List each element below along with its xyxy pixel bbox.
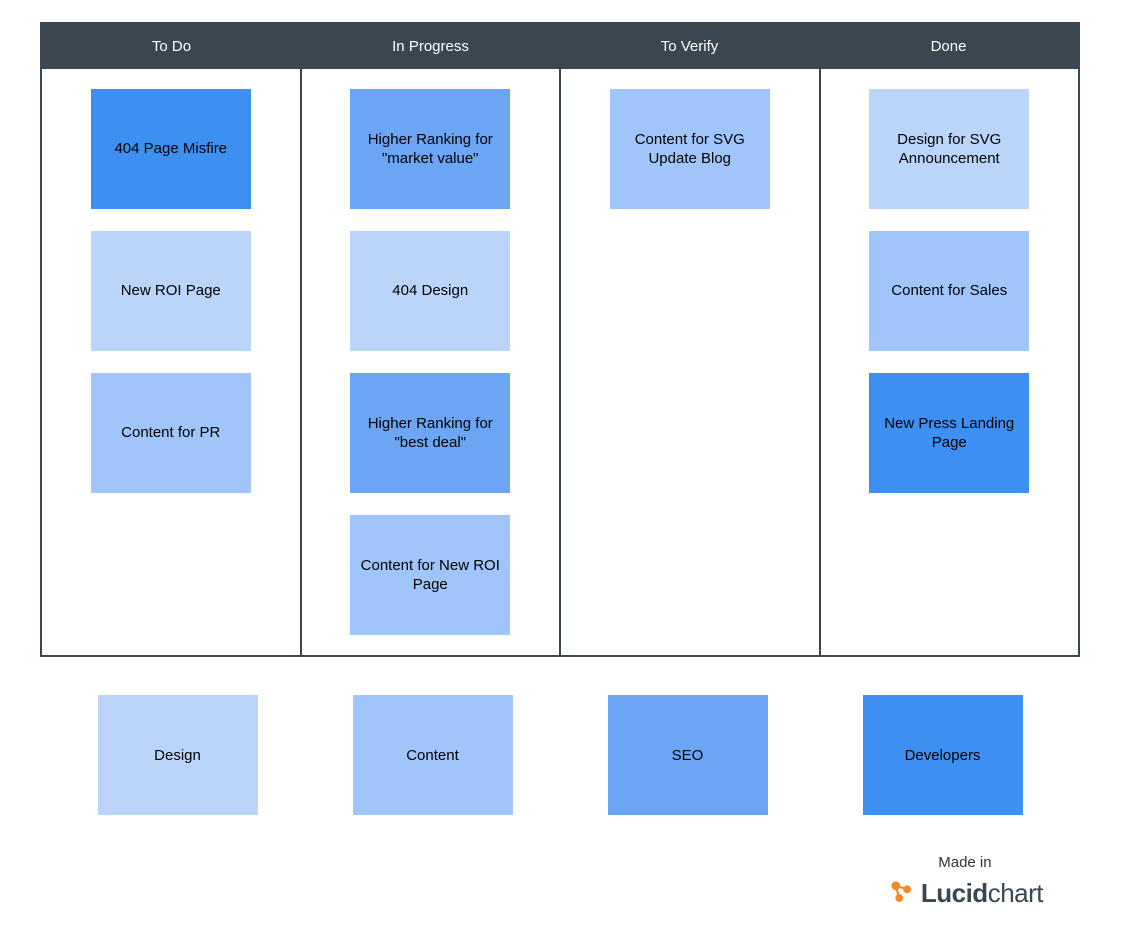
- legend-developers: Developers: [863, 695, 1023, 815]
- column-header-todo: To Do: [42, 24, 301, 69]
- column-done[interactable]: Design for SVG Announcement Content for …: [821, 69, 1079, 655]
- column-header-done: Done: [819, 24, 1078, 69]
- branding-made-in: Made in: [938, 854, 991, 871]
- card-content-for-pr[interactable]: Content for PR: [91, 373, 251, 493]
- brand-light: chart: [988, 878, 1043, 908]
- legend-design: Design: [98, 695, 258, 815]
- card-404-page-misfire[interactable]: 404 Page Misfire: [91, 89, 251, 209]
- kanban-board: To Do In Progress To Verify Done 404 Pag…: [40, 22, 1080, 657]
- card-higher-ranking-best-deal[interactable]: Higher Ranking for "best deal": [350, 373, 510, 493]
- legend-seo: SEO: [608, 695, 768, 815]
- card-content-svg-update-blog[interactable]: Content for SVG Update Blog: [610, 89, 770, 209]
- column-header-row: To Do In Progress To Verify Done: [42, 24, 1078, 69]
- legend-row: Design Content SEO Developers: [40, 695, 1080, 815]
- lucidchart-logo-icon: [887, 877, 915, 910]
- card-design-svg-announcement[interactable]: Design for SVG Announcement: [869, 89, 1029, 209]
- column-toverify[interactable]: Content for SVG Update Blog: [561, 69, 821, 655]
- card-content-for-sales[interactable]: Content for Sales: [869, 231, 1029, 351]
- card-new-press-landing[interactable]: New Press Landing Page: [869, 373, 1029, 493]
- column-header-toverify: To Verify: [560, 24, 819, 69]
- columns-row: 404 Page Misfire New ROI Page Content fo…: [42, 69, 1078, 655]
- column-header-inprogress: In Progress: [301, 24, 560, 69]
- brand-text: Lucidchart: [921, 878, 1043, 909]
- branding-logo: Lucidchart: [887, 877, 1043, 910]
- column-inprogress[interactable]: Higher Ranking for "market value" 404 De…: [302, 69, 562, 655]
- branding: Made in Lucidchart: [887, 854, 1043, 910]
- legend-content: Content: [353, 695, 513, 815]
- brand-bold: Lucid: [921, 878, 988, 908]
- card-new-roi-page[interactable]: New ROI Page: [91, 231, 251, 351]
- card-404-design[interactable]: 404 Design: [350, 231, 510, 351]
- column-todo[interactable]: 404 Page Misfire New ROI Page Content fo…: [42, 69, 302, 655]
- card-content-new-roi-page[interactable]: Content for New ROI Page: [350, 515, 510, 635]
- card-higher-ranking-market-value[interactable]: Higher Ranking for "market value": [350, 89, 510, 209]
